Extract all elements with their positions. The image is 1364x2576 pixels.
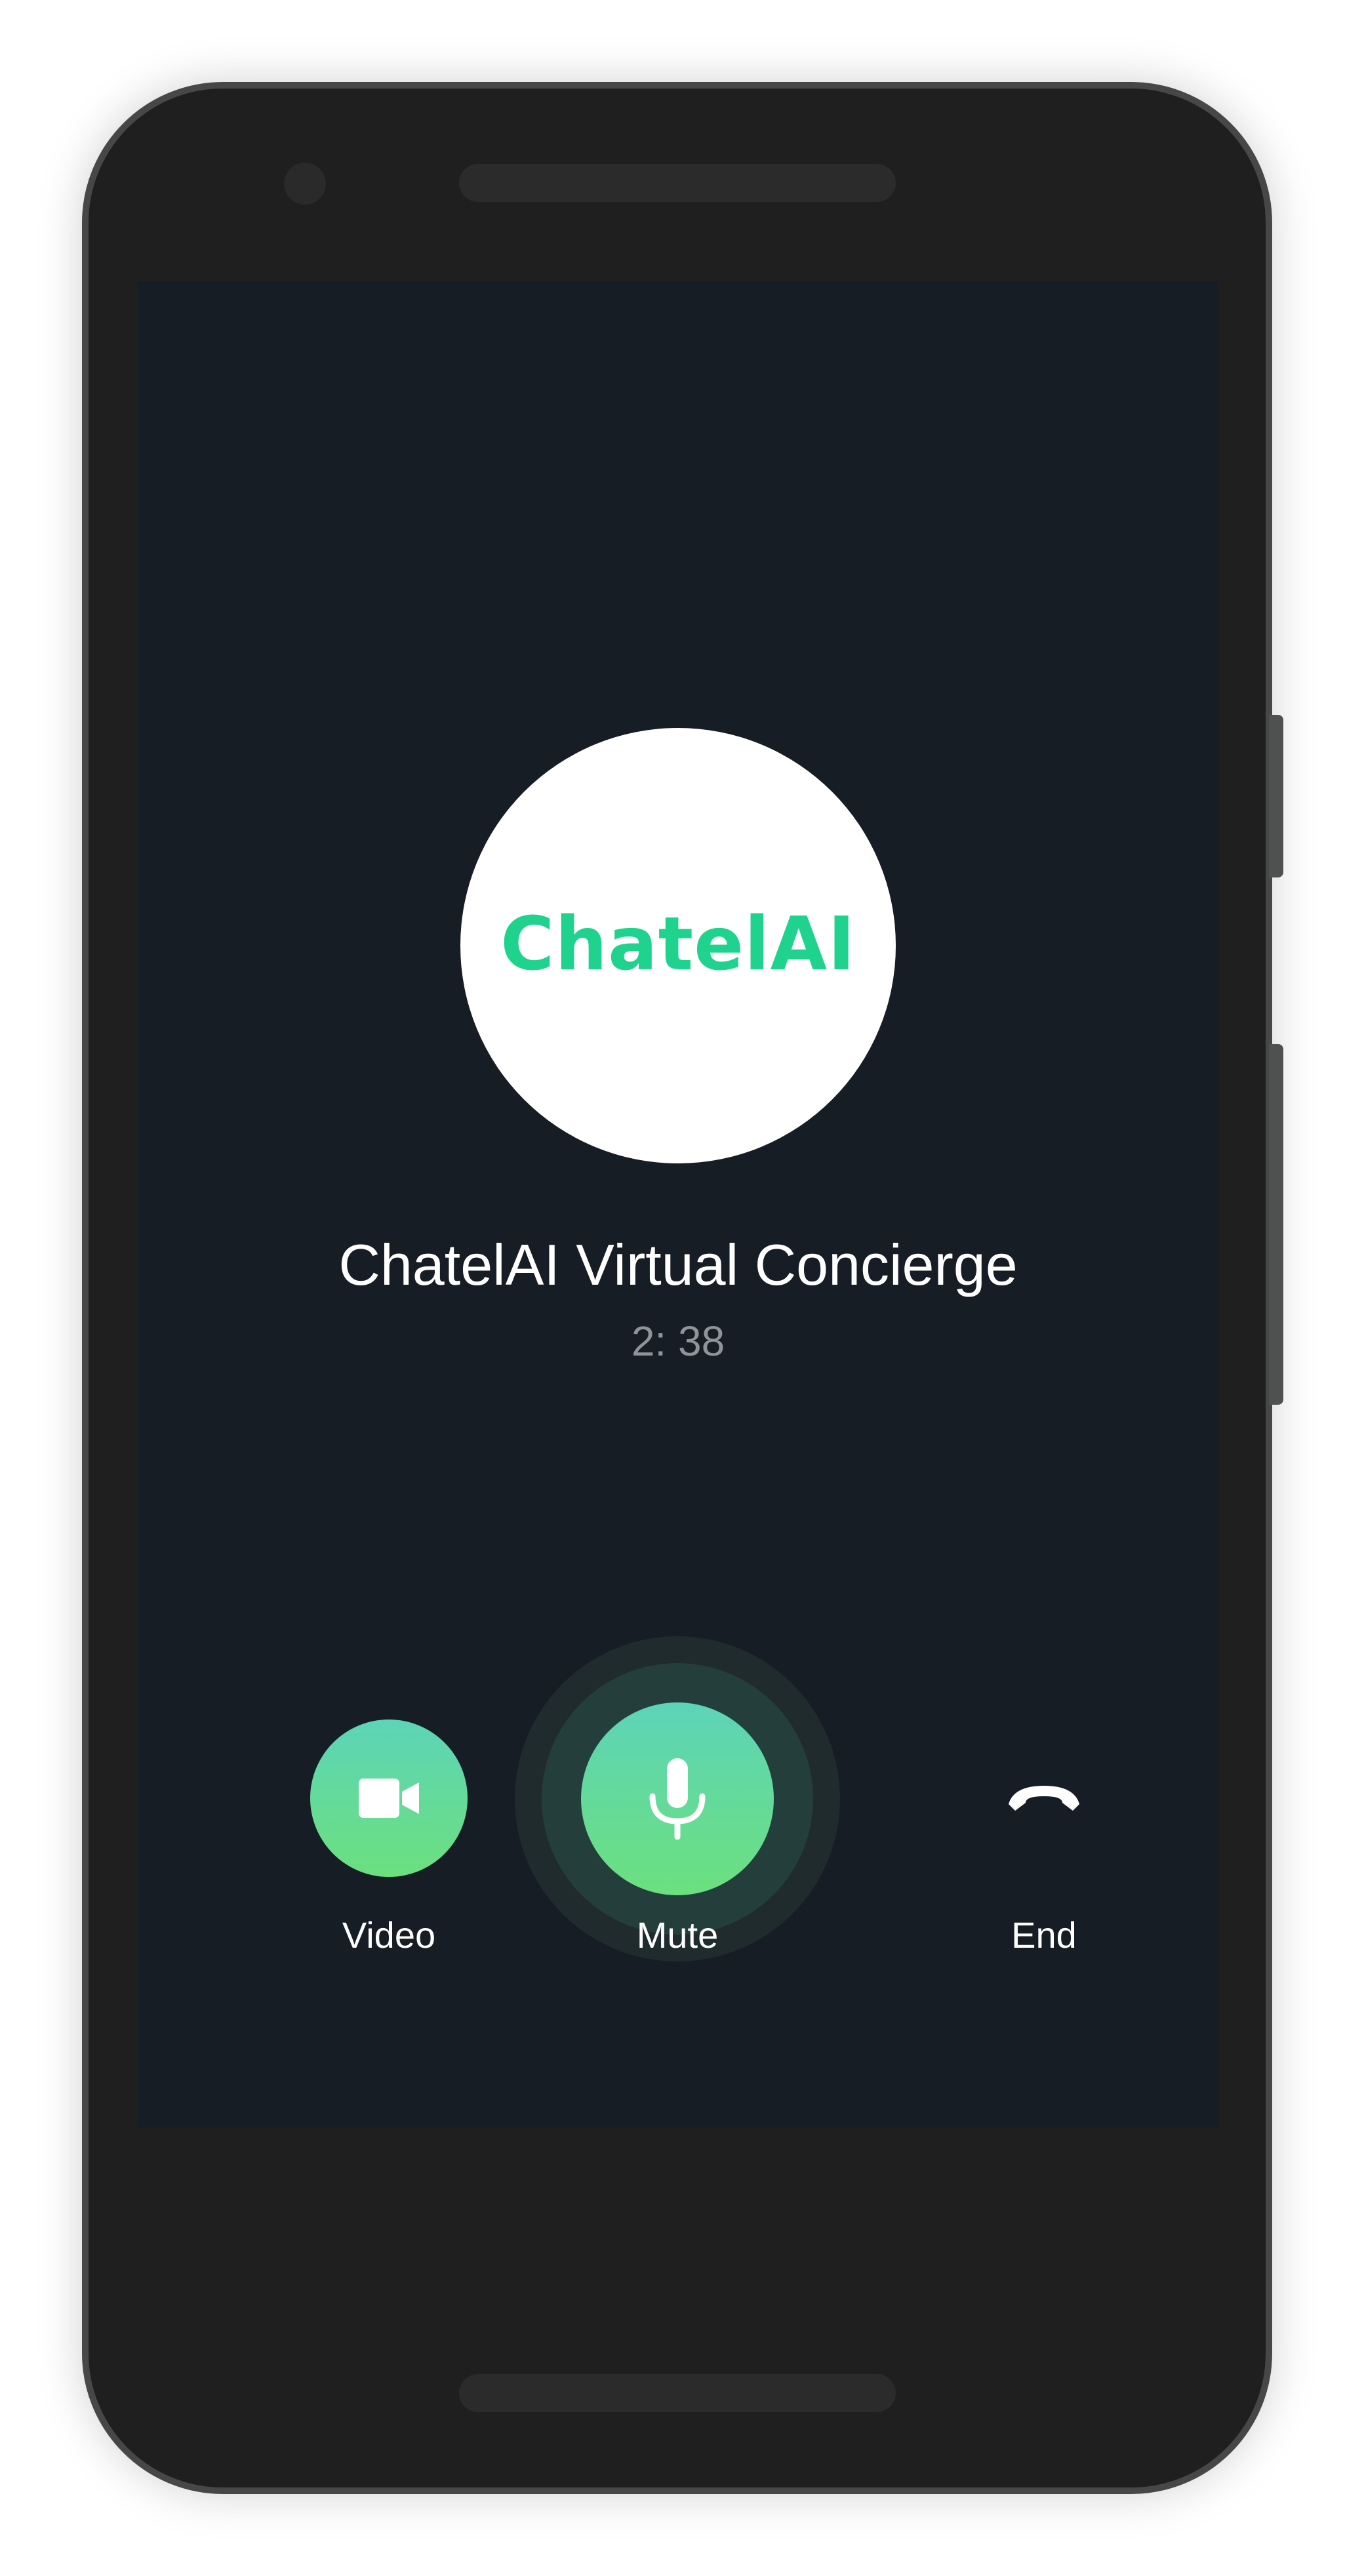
call-screen: ChatelAI ChatelAI Virtual Concierge 2: 3… <box>138 281 1218 2127</box>
bottom-speaker <box>459 2374 896 2412</box>
call-timer: 2: 38 <box>631 1318 725 1365</box>
phone-hangup-icon <box>1009 1786 1079 1811</box>
front-camera <box>284 163 326 205</box>
earpiece-speaker <box>459 164 896 202</box>
mute-label: Mute <box>636 1914 719 1956</box>
end-label: End <box>1011 1914 1077 1956</box>
video-button[interactable] <box>310 1720 468 1877</box>
caller-name: ChatelAI Virtual Concierge <box>338 1232 1018 1297</box>
microphone-icon <box>649 1758 706 1840</box>
end-call-button[interactable] <box>965 1720 1123 1877</box>
power-button <box>1269 715 1283 877</box>
caller-avatar: ChatelAI <box>460 728 896 1163</box>
mute-button[interactable] <box>581 1702 774 1895</box>
chatelai-logo: ChatelAI <box>500 902 856 987</box>
video-label: Video <box>342 1914 436 1956</box>
video-camera-icon <box>359 1779 419 1818</box>
volume-button <box>1269 1044 1283 1405</box>
